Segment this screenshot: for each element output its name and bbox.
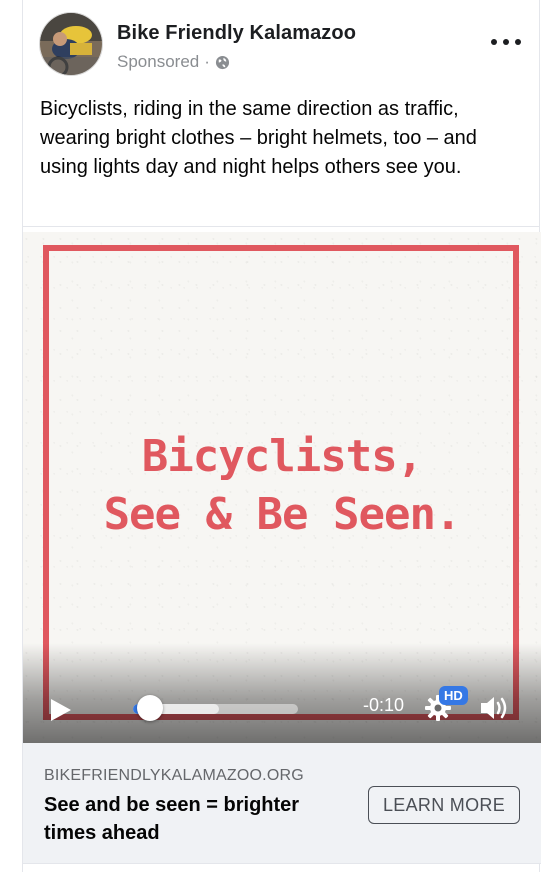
link-title[interactable]: See and be seen = brighter times ahead	[44, 791, 344, 847]
avatar-photo	[40, 13, 102, 75]
more-dot	[515, 39, 521, 45]
page-name[interactable]: Bike Friendly Kalamazoo	[117, 22, 356, 45]
post-meta: Sponsored ·	[117, 52, 230, 72]
play-icon[interactable]	[51, 699, 71, 721]
divider	[23, 226, 539, 227]
video-player[interactable]: Bicyclists, See & Be Seen. -0:10 HD	[23, 232, 541, 743]
hd-quality-badge[interactable]: HD	[439, 686, 468, 705]
video-headline: Bicyclists, See & Be Seen.	[23, 428, 541, 544]
sponsored-post-card: Bike Friendly Kalamazoo Sponsored · Bicy…	[22, 0, 541, 872]
meta-separator: ·	[204, 52, 210, 71]
more-options-icon[interactable]	[491, 32, 521, 52]
post-caption: Bicyclists, riding in the same direction…	[40, 98, 477, 178]
page-avatar[interactable]	[39, 12, 103, 76]
globe-icon	[215, 55, 229, 69]
video-controls: -0:10 HD	[23, 643, 541, 743]
progress-scrubber-handle[interactable]	[136, 695, 163, 721]
link-preview[interactable]: BIKEFRIENDLYKALAMAZOO.ORG See and be see…	[23, 743, 541, 864]
video-headline-line-1: Bicyclists,	[141, 431, 423, 482]
time-remaining: -0:10	[363, 695, 405, 715]
post-header: Bike Friendly Kalamazoo Sponsored ·	[39, 12, 527, 80]
learn-more-button[interactable]: LEARN MORE	[368, 786, 520, 824]
video-headline-line-2: See & Be Seen.	[103, 489, 462, 540]
sponsored-label[interactable]: Sponsored	[117, 52, 199, 72]
speaker-icon[interactable]	[478, 693, 510, 723]
link-domain: BIKEFRIENDLYKALAMAZOO.ORG	[44, 767, 304, 784]
more-dot	[503, 39, 509, 45]
more-dot	[491, 39, 497, 45]
